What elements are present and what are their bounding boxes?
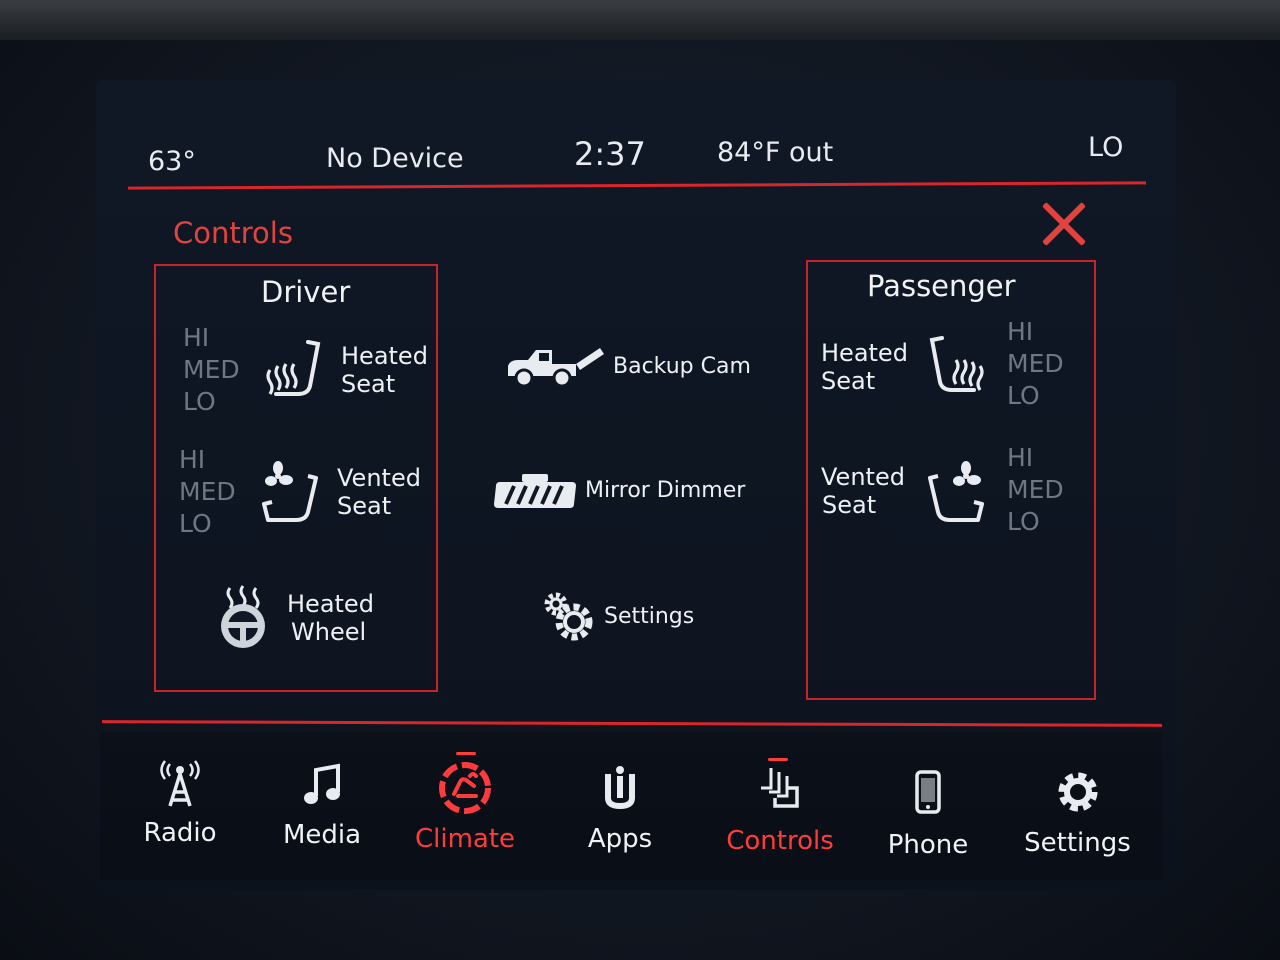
music-note-icon — [304, 763, 340, 804]
phone-icon — [915, 770, 941, 814]
dashboard-trim — [0, 0, 1280, 40]
driver-vented-seat-label-1: Vented — [337, 464, 421, 492]
nav-apps[interactable]: Apps — [570, 764, 670, 854]
driver-title: Driver — [261, 275, 351, 309]
nav-settings-label: Settings — [1024, 828, 1131, 858]
heated-wheel-label-1: Heated — [287, 590, 374, 618]
nav-radio-label: Radio — [143, 818, 217, 848]
nav-phone[interactable]: Phone — [878, 770, 978, 860]
level-med[interactable]: MED — [1007, 474, 1064, 506]
passenger-title: Passenger — [867, 269, 1016, 303]
level-med[interactable]: MED — [1007, 348, 1064, 380]
level-lo[interactable]: LO — [1007, 506, 1040, 538]
vented-seat-icon — [928, 461, 984, 522]
level-hi[interactable]: HI — [1007, 316, 1033, 348]
passenger-vented-seat-label-2: Seat — [822, 491, 877, 519]
nav-media-label: Media — [282, 820, 362, 850]
backup-cam-label: Backup Cam — [613, 354, 751, 379]
mirror-icon — [494, 474, 576, 508]
passenger-vented-seat-label-1: Vented — [821, 463, 905, 491]
level-hi[interactable]: HI — [183, 322, 209, 354]
passenger-heated-seat-label-2: Seat — [821, 367, 876, 395]
nav-radio[interactable]: Radio — [130, 760, 230, 848]
vented-seat-icon — [262, 461, 318, 522]
level-lo[interactable]: LO — [179, 508, 212, 540]
interior-temp[interactable]: 63° — [148, 146, 196, 177]
heated-seat-icon — [266, 340, 321, 396]
page-title: Controls — [173, 216, 293, 250]
heated-wheel-label-2: Wheel — [291, 618, 367, 646]
nav-climate[interactable]: Climate — [405, 760, 525, 854]
settings-control-label: Settings — [604, 604, 695, 629]
driver-vented-seat-label-2: Seat — [337, 492, 392, 520]
level-med[interactable]: MED — [183, 354, 240, 386]
nav-climate-label: Climate — [414, 824, 516, 854]
apps-icon — [605, 766, 635, 810]
gear-icon — [1058, 772, 1097, 812]
level-hi[interactable]: HI — [1007, 442, 1033, 474]
nav-media[interactable]: Media — [272, 762, 372, 850]
fan-level[interactable]: LO — [1088, 132, 1123, 163]
level-lo[interactable]: LO — [183, 386, 216, 418]
heated-seat-icon — [929, 336, 984, 392]
level-med[interactable]: MED — [179, 476, 236, 508]
climate-icon — [439, 762, 491, 814]
nav-phone-label: Phone — [887, 830, 969, 860]
level-hi[interactable]: HI — [179, 444, 205, 476]
nav-apps-label: Apps — [587, 824, 653, 854]
climate-active-indicator — [456, 752, 476, 755]
driver-heated-seat-label-2: Seat — [341, 370, 396, 398]
truck-tailgate-icon — [508, 348, 604, 388]
outside-temp: 84°F out — [717, 137, 834, 168]
heated-wheel-icon — [221, 585, 265, 648]
driver-heated-seat-label-1: Heated — [341, 342, 428, 370]
controls-icon — [761, 768, 799, 808]
media-source[interactable]: No Device — [326, 143, 464, 174]
nav-controls[interactable]: Controls — [720, 764, 840, 856]
close-icon[interactable] — [1040, 200, 1088, 248]
level-lo[interactable]: LO — [1007, 380, 1040, 412]
mirror-dimmer-label: Mirror Dimmer — [585, 478, 746, 503]
gears-icon — [544, 592, 593, 641]
controls-active-indicator — [768, 758, 788, 761]
nav-controls-label: Controls — [726, 826, 834, 856]
radio-tower-icon — [160, 760, 200, 807]
passenger-heated-seat-label-1: Heated — [821, 339, 908, 367]
nav-settings[interactable]: Settings — [1020, 768, 1135, 858]
clock: 2:37 — [574, 135, 646, 173]
